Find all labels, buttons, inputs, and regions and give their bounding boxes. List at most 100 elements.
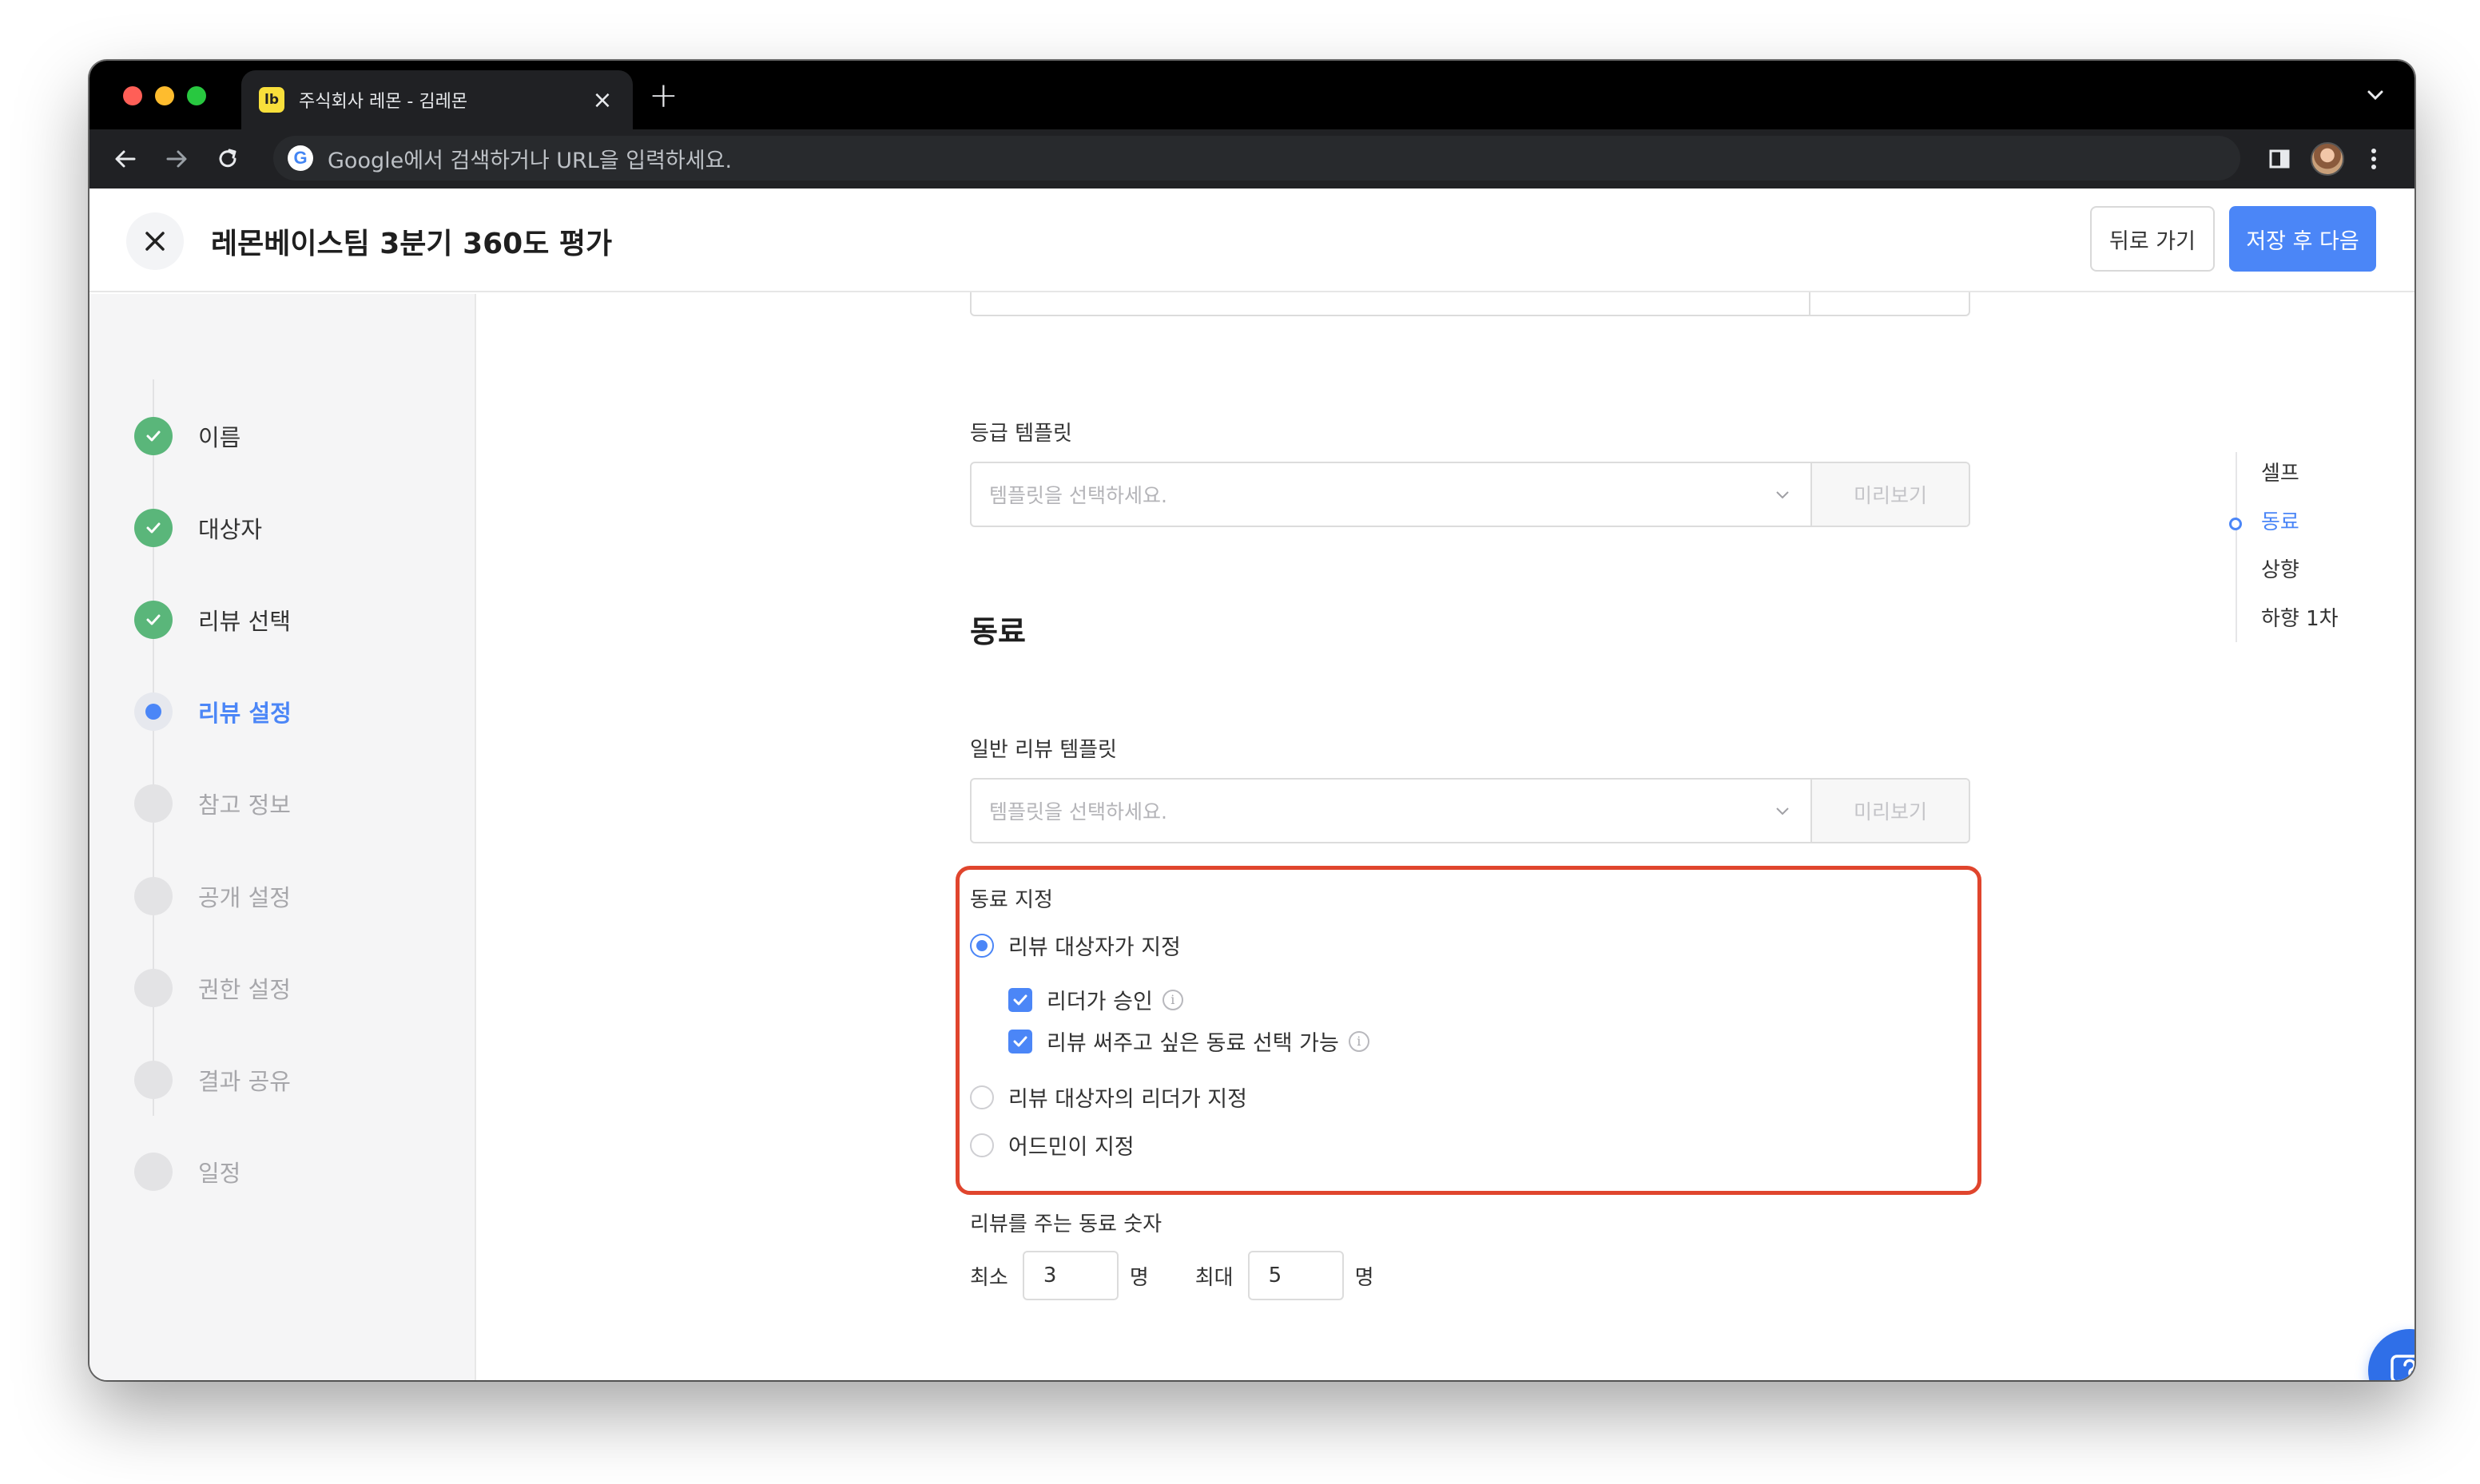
general-template-field: 템플릿을 선택하세요. 미리보기 [970,778,1970,843]
step-name[interactable]: 이름 [134,417,240,455]
steps-sidebar: 이름 대상자 리뷰 선택 리뷰 설정 참고 정보 공개 설정 권한 설정 결과 … [89,294,476,1380]
radio-button[interactable] [970,1133,994,1157]
save-and-next-button[interactable]: 저장 후 다음 [2229,206,2376,272]
grade-template-preview-button[interactable]: 미리보기 [1810,463,1969,526]
toc-item-downward-1[interactable]: 하향 1차 [2261,602,2339,632]
more-vert-icon[interactable] [2362,142,2386,176]
step-review-select[interactable]: 리뷰 선택 [134,601,291,639]
step-label: 참고 정보 [198,792,291,819]
browser-toolbar: G Google에서 검색하거나 URL을 입력하세요. [89,129,2414,188]
sidebar-toggle-icon[interactable] [2263,142,2296,176]
radio-option-leader-designates[interactable]: 리뷰 대상자의 리더가 지정 [970,1081,1247,1113]
section-title-peer: 동료 [970,614,1026,649]
tab-bar: lb 주식회사 레몬 - 김레몬 × + [89,61,2414,129]
step-label: 결과 공유 [198,1068,291,1095]
close-button[interactable] [126,212,184,270]
step-permissions[interactable]: 권한 설정 [134,969,291,1007]
help-button[interactable] [2368,1329,2414,1380]
checkbox-option-choose-peers[interactable]: 리뷰 써주고 싶은 동료 선택 가능 i [1008,1026,1369,1057]
checkbox[interactable] [1008,1029,1032,1053]
radio-label: 리뷰 대상자의 리더가 지정 [1008,1087,1247,1112]
new-tab-icon[interactable]: + [649,78,678,113]
general-template-label: 일반 리뷰 템플릿 [970,738,1117,762]
close-window-button[interactable] [123,86,142,105]
tab-search-chevron-icon[interactable] [2363,83,2387,107]
radio-label: 리뷰 대상자가 지정 [1008,935,1181,960]
step-label: 공개 설정 [198,884,291,911]
previous-field-edge [970,292,1970,316]
step-reference-info[interactable]: 참고 정보 [134,784,291,823]
radio-button[interactable] [970,933,994,958]
toc-active-marker-icon [2229,518,2242,530]
back-button[interactable]: 뒤로 가기 [2090,206,2215,272]
minimize-window-button[interactable] [155,86,174,105]
step-label: 이름 [198,424,241,451]
close-icon [145,232,165,251]
step-visibility[interactable]: 공개 설정 [134,877,291,915]
min-label: 최소 [970,1265,1008,1290]
info-icon[interactable]: i [1162,989,1183,1010]
radio-option-admin-designates[interactable]: 어드민이 지정 [970,1129,1135,1161]
browser-tab[interactable]: lb 주식회사 레몬 - 김레몬 × [241,70,633,129]
step-label: 리뷰 설정 [198,700,292,727]
maximize-window-button[interactable] [187,86,206,105]
step-label: 리뷰 선택 [198,608,291,635]
avatar[interactable] [2311,142,2344,176]
check-icon [134,509,173,547]
checkbox[interactable] [1008,987,1032,1012]
forward-arrow-icon[interactable] [161,144,192,174]
step-label: 권한 설정 [198,976,291,1003]
toc-item-peer[interactable]: 동료 [2261,506,2299,535]
select-placeholder: 템플릿을 선택하세요. [989,800,1167,823]
step-label: 대상자 [198,516,263,543]
chevron-down-icon [1776,807,1789,815]
max-label: 최대 [1194,1265,1234,1290]
radio-button[interactable] [970,1085,994,1109]
toc-line [2236,452,2237,642]
step-schedule[interactable]: 일정 [134,1153,240,1191]
pending-step-dot-icon [134,1061,173,1099]
page-title: 레몬베이스팀 3분기 360도 평가 [211,228,613,260]
check-icon [134,417,173,455]
max-count-input[interactable]: 5 [1247,1251,1344,1300]
app-header: 레몬베이스팀 3분기 360도 평가 뒤로 가기 저장 후 다음 [89,188,2414,292]
pending-step-dot-icon [134,784,173,823]
checkbox-label: 리뷰 써주고 싶은 동료 선택 가능 [1047,1031,1339,1056]
toc-item-upward[interactable]: 상향 [2261,554,2299,583]
min-count-input[interactable]: 3 [1022,1251,1119,1300]
check-icon [1013,1036,1027,1046]
tab-title: 주식회사 레몬 - 김레몬 [299,92,468,112]
general-template-preview-button[interactable]: 미리보기 [1810,780,1969,842]
peer-count-label: 리뷰를 주는 동료 숫자 [970,1212,1162,1236]
toc-item-self[interactable]: 셀프 [2261,457,2299,486]
favicon-icon: lb [259,87,284,113]
chevron-down-icon [1776,491,1789,499]
peer-count-row: 최소 3 명 최대 5 명 [970,1251,1374,1300]
tab-close-icon[interactable]: × [590,86,615,114]
step-targets[interactable]: 대상자 [134,509,262,547]
main-content: 등급 템플릿 템플릿을 선택하세요. 미리보기 동료 일반 리뷰 템플릿 템플릿… [478,292,2414,1380]
address-bar-placeholder: Google에서 검색하거나 URL을 입력하세요. [328,148,733,173]
pending-step-dot-icon [134,877,173,915]
reload-icon[interactable] [213,144,243,174]
step-review-settings[interactable]: 리뷰 설정 [134,692,292,731]
info-icon[interactable]: i [1348,1030,1369,1052]
checkbox-option-leader-approval[interactable]: 리더가 승인 i [1008,984,1183,1015]
peer-designation-label: 동료 지정 [970,888,1053,912]
checkbox-label: 리더가 승인 [1047,990,1153,1014]
check-icon [134,601,173,639]
radio-label: 어드민이 지정 [1008,1135,1135,1160]
pending-step-dot-icon [134,969,173,1007]
grade-template-label: 등급 템플릿 [970,422,1072,446]
pending-step-dot-icon [134,1153,173,1191]
check-icon [1013,994,1027,1005]
address-bar[interactable]: G Google에서 검색하거나 URL을 입력하세요. [273,136,2240,181]
step-result-sharing[interactable]: 결과 공유 [134,1061,291,1099]
grade-template-select[interactable]: 템플릿을 선택하세요. [972,463,1810,526]
grade-template-field: 템플릿을 선택하세요. 미리보기 [970,462,1970,527]
radio-option-reviewee-designates[interactable]: 리뷰 대상자가 지정 [970,930,1181,961]
max-unit: 명 [1354,1265,1374,1290]
question-icon [2391,1355,2414,1380]
back-arrow-icon[interactable] [110,144,141,174]
general-template-select[interactable]: 템플릿을 선택하세요. [972,780,1810,842]
